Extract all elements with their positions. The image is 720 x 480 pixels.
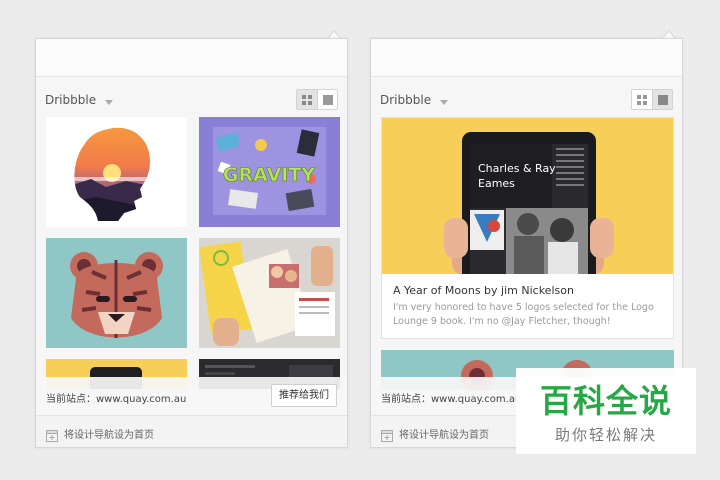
grid-view-icon[interactable] bbox=[297, 90, 317, 109]
gravity-desk-shot: GRAVITY bbox=[213, 127, 326, 215]
brochure-photo-shot bbox=[199, 238, 340, 348]
view-toggle bbox=[296, 89, 338, 110]
shot-card[interactable]: Charles & Ray Eames A Year of Moons by j… bbox=[381, 117, 674, 339]
add-home-icon bbox=[46, 427, 58, 446]
chevron-down-icon[interactable] bbox=[105, 90, 114, 109]
shot-thumbnail-tiger[interactable] bbox=[46, 238, 187, 348]
gravity-text: GRAVITY bbox=[223, 164, 315, 186]
watermark-title: 百科全说 bbox=[539, 382, 672, 420]
source-dropdown[interactable]: Dribbble bbox=[45, 93, 96, 107]
shot-title[interactable]: A Year of Moons by jim Nickelson bbox=[393, 284, 574, 297]
view-toggle bbox=[631, 89, 673, 110]
current-site-bar: 当前站点：www.quay.com.au 推荐给我们 bbox=[36, 377, 347, 415]
tablet-heading-line2: Eames bbox=[478, 177, 515, 190]
grid-view-icon[interactable] bbox=[632, 90, 652, 109]
panel-topbar bbox=[36, 39, 347, 77]
source-selector-row: Dribbble bbox=[45, 89, 338, 110]
watermark-subtitle: 助你轻松解决 bbox=[554, 426, 657, 444]
panel-topbar bbox=[371, 39, 682, 77]
shot-thumbnail-brochure[interactable] bbox=[199, 238, 340, 348]
add-home-icon bbox=[381, 427, 393, 446]
recommend-button[interactable]: 推荐给我们 bbox=[271, 384, 337, 407]
list-view-icon[interactable] bbox=[317, 90, 337, 109]
sunset-silhouette-shot bbox=[74, 127, 150, 222]
tiger-illustration-shot bbox=[70, 252, 163, 338]
watermark-logo: 百科全说 助你轻松解决 bbox=[516, 368, 696, 454]
tablet-shot-image: Charles & Ray Eames bbox=[382, 118, 673, 274]
shot-description: I'm very honored to have 5 logos selecte… bbox=[393, 302, 654, 327]
source-dropdown[interactable]: Dribbble bbox=[380, 93, 431, 107]
current-site-label: 当前站点：www.quay.com.au bbox=[46, 394, 187, 405]
dribbble-panel-grid: Dribbble GRAVITY 当前站点：www.quay.com.au 推荐… bbox=[35, 38, 348, 448]
source-selector-row: Dribbble bbox=[380, 89, 673, 110]
shot-thumbnail-gravity[interactable]: GRAVITY bbox=[199, 117, 340, 227]
list-view-icon[interactable] bbox=[652, 90, 672, 109]
current-site-label: 当前站点：www.quay.com.au bbox=[381, 394, 522, 405]
shot-thumbnail-sunset[interactable] bbox=[46, 117, 187, 227]
chevron-down-icon[interactable] bbox=[440, 90, 449, 109]
shot-cover-image: Charles & Ray Eames bbox=[382, 118, 673, 274]
set-homepage-label: 将设计导航设为首页 bbox=[399, 430, 489, 441]
set-homepage-label: 将设计导航设为首页 bbox=[64, 430, 154, 441]
tablet-heading-line1: Charles & Ray bbox=[478, 162, 556, 175]
set-homepage-bar[interactable]: 将设计导航设为首页 bbox=[36, 415, 347, 447]
